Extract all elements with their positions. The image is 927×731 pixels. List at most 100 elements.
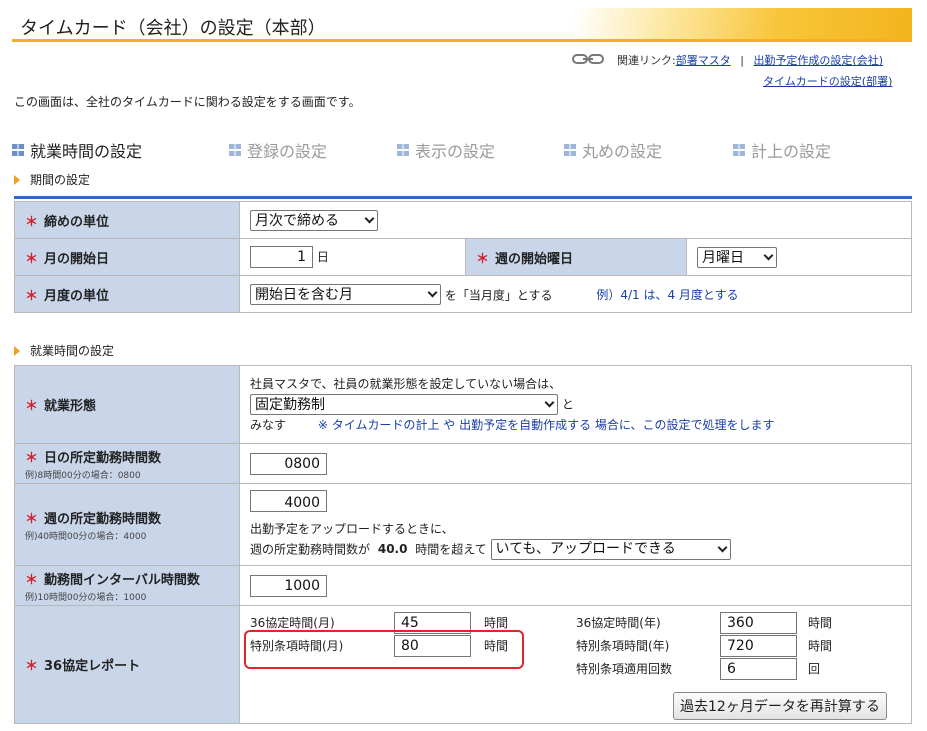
settings-tabs: 就業時間の設定 登録の設定 表示の設定 丸めの設定 計上の設定	[12, 138, 912, 162]
section-arrow-icon	[14, 345, 20, 356]
required-mark: ＊	[25, 511, 39, 527]
tab-accounting[interactable]: 計上の設定	[733, 138, 831, 162]
label-text: 就業形態	[44, 399, 97, 414]
closing-unit-select[interactable]: 月次で締める	[250, 209, 378, 231]
select-value: 月曜日	[702, 250, 744, 266]
related-label: 関連リンク:	[617, 54, 676, 67]
month-unit-suffix: を「当月度」とする	[444, 288, 553, 302]
month-unit-cell: 開始日を含む月 を「当月度」とする 例）4/1 は、4 月度とする	[239, 275, 912, 313]
section-title: 期間の設定	[30, 173, 91, 187]
label-example: 例)40時間00分の場合：4000	[25, 531, 147, 542]
select-value: 開始日を含む月	[255, 287, 353, 303]
related-links: 関連リンク:部署マスタ | 出勤予定作成の設定(会社)	[617, 52, 883, 68]
special-count-unit: 回	[808, 662, 821, 676]
month-start-label: ＊ 月の開始日	[14, 238, 240, 276]
weekly-hours-input[interactable]: 4000	[250, 489, 327, 512]
link-department-master[interactable]: 部署マスタ	[676, 54, 731, 67]
label-example: 例)8時間00分の場合：0800	[25, 470, 141, 481]
chevron-down-icon	[763, 250, 774, 260]
month-start-cell: 1 日	[239, 238, 466, 276]
tab-rounding[interactable]: 丸めの設定	[564, 138, 662, 162]
weekly-hours-label: ＊ 週の所定勤務時間数例)40時間00分の場合：4000	[14, 483, 240, 566]
week-start-select[interactable]: 月曜日	[697, 246, 777, 268]
work-type-select[interactable]: 固定勤務制	[250, 394, 558, 415]
required-mark: ＊	[25, 288, 39, 304]
special-count-label: 特別条項適用回数	[576, 662, 673, 676]
required-mark: ＊	[476, 251, 490, 267]
work-type-description: 社員マスタで、社員の就業形態を設定していない場合は、	[250, 377, 562, 391]
section-period-heading: 期間の設定	[14, 171, 90, 188]
day-suffix: 日	[316, 250, 329, 264]
required-mark: ＊	[25, 572, 39, 588]
weekly-hours-threshold: 40.0	[377, 542, 408, 556]
link-chain-icon	[572, 54, 604, 64]
period-settings-table: ＊ 締めの単位 月次で締める ＊ 月の開始日 1 日 ＊ 週の開始曜日 月曜日 ＊ 月度…	[14, 201, 912, 313]
tab-label: 就業時間の設定	[30, 142, 143, 161]
link-timecard-dept-settings[interactable]: タイムカードの設定(部署)	[763, 75, 892, 88]
label-example: 例)10時間00分の場合：1000	[25, 592, 147, 603]
required-mark: ＊	[25, 214, 39, 230]
related-links-row2: タイムカードの設定(部署)	[763, 73, 892, 89]
yearly36-input[interactable]: 360	[720, 612, 797, 634]
week-start-cell: 月曜日	[686, 238, 912, 276]
label-text: 月度の単位	[44, 288, 110, 304]
tab-work-hours[interactable]: 就業時間の設定	[12, 138, 142, 162]
label-text: 週の開始曜日	[495, 251, 574, 267]
work-type-particle: と	[561, 397, 574, 412]
chevron-down-icon	[544, 397, 555, 408]
month-unit-select[interactable]: 開始日を含む月	[250, 283, 441, 305]
highlight-box	[244, 630, 524, 669]
tab-grid-icon	[12, 144, 24, 156]
label-text: 勤務間インターバル時間数	[44, 572, 200, 588]
label-text: 月の開始日	[44, 251, 110, 267]
special-count-input[interactable]: 6	[720, 658, 797, 680]
weekly-hours-desc: 出勤予定をアップロードするときに、	[250, 521, 454, 536]
chevron-down-icon	[717, 542, 727, 552]
interval-label: ＊ 勤務間インターバル時間数例)10時間00分の場合：1000	[14, 565, 240, 606]
tab-label: 丸めの設定	[582, 142, 663, 161]
week-start-label: ＊ 週の開始曜日	[465, 238, 687, 276]
label-text: 締めの単位	[44, 214, 110, 230]
select-value: 月次で締める	[255, 213, 339, 229]
weekly-hours-desc2: 週の所定勤務時間数が	[250, 542, 371, 556]
month-unit-label: ＊ 月度の単位	[14, 275, 240, 313]
section-divider	[14, 196, 912, 199]
link-attendance-schedule-settings[interactable]: 出勤予定作成の設定(会社)	[753, 54, 883, 67]
interval-input[interactable]: 1000	[250, 574, 327, 597]
tab-label: 登録の設定	[247, 142, 328, 161]
section-work-hours-heading: 就業時間の設定	[14, 342, 114, 359]
weekly-hours-desc3: 時間を超えて	[415, 542, 487, 556]
weekly-hours-cell: 4000 出勤予定をアップロードするときに、 週の所定勤務時間数が 40.0 時…	[239, 483, 912, 566]
special-yearly-input[interactable]: 720	[720, 635, 797, 657]
closing-unit-cell: 月次で締める	[239, 201, 912, 239]
recalculate-button[interactable]: 過去12ヶ月データを再計算する	[673, 692, 887, 720]
upload-policy-select[interactable]: いても、アップロードできる	[490, 538, 731, 560]
tab-display[interactable]: 表示の設定	[397, 138, 495, 162]
daily-hours-label: ＊ 日の所定勤務時間数 例)8時間00分の場合：0800	[14, 443, 240, 484]
section-title: 就業時間の設定	[30, 344, 115, 358]
required-mark: ＊	[25, 399, 39, 414]
select-value: 固定勤務制	[255, 396, 325, 413]
page-title: タイムカード（会社）の設定（本部）	[20, 18, 326, 39]
special-yearly-label: 特別条項時間(年)	[576, 639, 670, 653]
required-mark: ＊	[25, 251, 39, 267]
month-start-input[interactable]: 1	[250, 246, 313, 268]
tab-grid-icon	[229, 144, 241, 156]
page-title-bar: タイムカード（会社）の設定（本部）	[12, 8, 912, 42]
work-type-consider: みなす	[250, 418, 287, 432]
monthly36-unit: 時間	[484, 616, 509, 630]
yearly36-unit: 時間	[808, 616, 833, 630]
special-yearly-unit: 時間	[808, 639, 833, 653]
closing-unit-label: ＊ 締めの単位	[14, 201, 240, 239]
work-type-label: ＊ 就業形態	[14, 365, 240, 444]
daily-hours-input[interactable]: 0800	[250, 452, 327, 475]
intro-text: この画面は、全社のタイムカードに関わる設定をする画面です。	[14, 95, 361, 109]
daily-hours-cell: 0800	[239, 443, 912, 484]
label-text: 日の所定勤務時間数	[44, 450, 162, 466]
interval-cell: 1000	[239, 565, 912, 606]
tab-registration[interactable]: 登録の設定	[229, 138, 327, 162]
link-separator: |	[740, 54, 744, 67]
label-text: 週の所定勤務時間数	[44, 511, 162, 527]
section-arrow-icon	[14, 174, 20, 185]
yearly36-label: 36協定時間(年)	[576, 616, 661, 630]
